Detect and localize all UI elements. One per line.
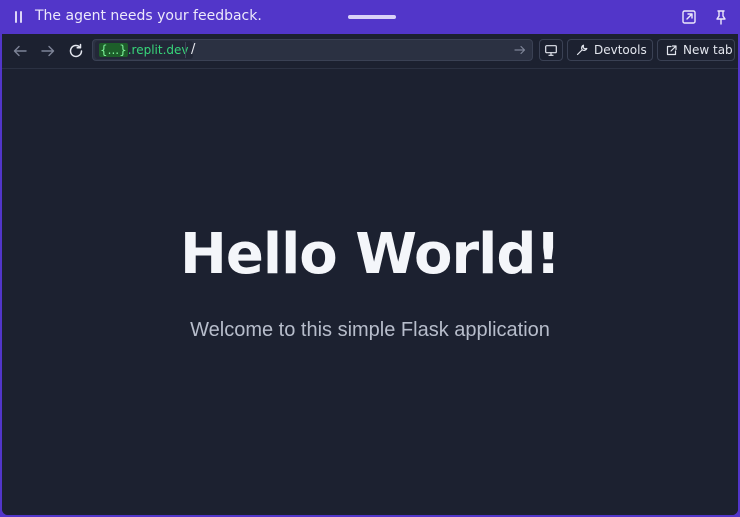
browser-window: The agent needs your feedback. {...}.rep… (0, 0, 740, 517)
url-domain: {...}.replit.dev (95, 41, 193, 59)
reload-icon (69, 43, 83, 58)
open-external-icon[interactable] (679, 7, 699, 27)
url-divider (185, 42, 186, 58)
new-tab-button[interactable]: New tab (657, 39, 735, 61)
screen-size-button[interactable] (539, 39, 563, 61)
url-domain-suffix: .replit.dev (127, 43, 189, 57)
external-link-icon (666, 44, 677, 55)
forward-button[interactable] (38, 41, 58, 61)
arrow-left-icon (13, 45, 27, 57)
pin-icon[interactable] (711, 7, 731, 27)
url-path[interactable]: / (191, 41, 195, 59)
banner-message: The agent needs your feedback. (35, 8, 262, 24)
monitor-icon (545, 44, 557, 56)
url-bar[interactable]: {...}.replit.dev / (92, 39, 533, 61)
pause-icon[interactable] (14, 11, 23, 23)
new-tab-label: New tab (683, 43, 733, 57)
agent-banner: The agent needs your feedback. (2, 0, 738, 34)
drag-handle[interactable] (348, 15, 396, 19)
browser-toolbar: {...}.replit.dev / Devtools New tab (2, 34, 738, 69)
webview-page: Hello World! Welcome to this simple Flas… (2, 69, 738, 515)
back-button[interactable] (10, 41, 30, 61)
arrow-right-icon (41, 45, 55, 57)
page-heading: Hello World! (180, 222, 561, 287)
url-go-arrow-icon[interactable] (514, 44, 526, 56)
wrench-icon (576, 44, 588, 56)
reload-button[interactable] (66, 41, 86, 61)
url-domain-curly: {...} (99, 43, 128, 57)
page-subtitle: Welcome to this simple Flask application (190, 319, 550, 341)
devtools-label: Devtools (594, 43, 647, 57)
devtools-button[interactable]: Devtools (567, 39, 653, 61)
